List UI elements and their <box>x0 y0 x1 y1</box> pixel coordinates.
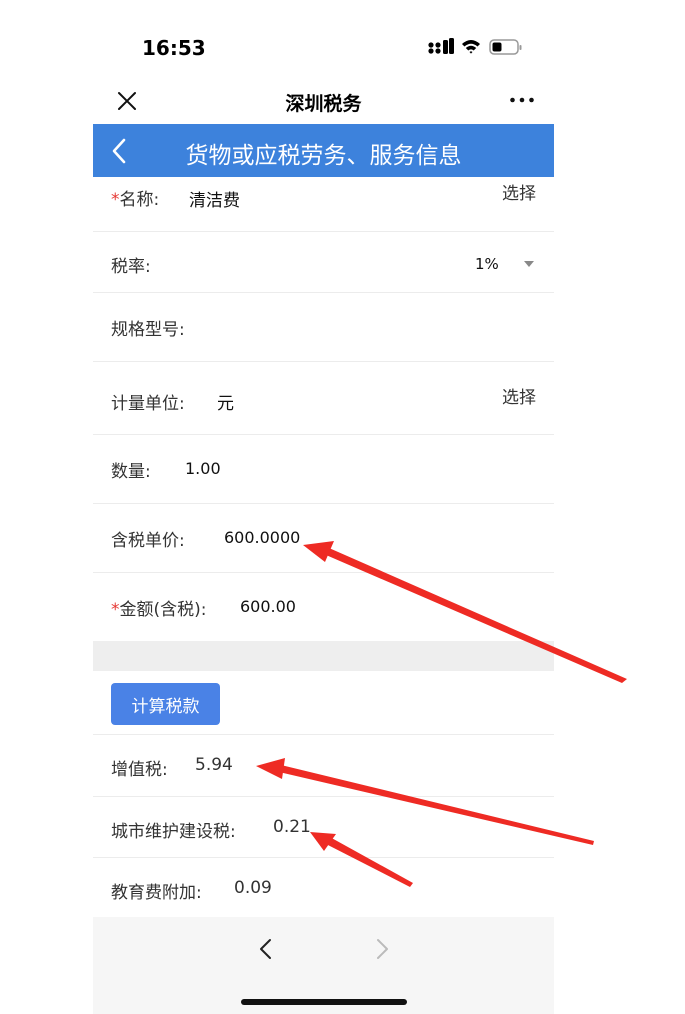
quantity-row[interactable]: 数量: 1.00 <box>93 435 554 504</box>
status-time: 16:53 <box>142 36 206 60</box>
unit-select-button[interactable]: 选择 <box>502 383 536 408</box>
chevron-left-icon[interactable] <box>258 938 272 960</box>
edu-fee-row: 教育费附加: 0.09 <box>93 858 554 917</box>
status-bar: 16:53 <box>0 0 685 80</box>
unit-value: 元 <box>217 394 234 414</box>
vat-value: 5.94 <box>195 755 233 775</box>
amount-input[interactable]: 600.00 <box>240 597 296 616</box>
edu-fee-label: 教育费附加: <box>111 883 202 903</box>
home-indicator <box>241 999 407 1005</box>
tax-rate-row[interactable]: 税率: 1% <box>93 232 554 293</box>
calculate-tax-button[interactable]: 计算税款 <box>111 683 220 725</box>
amount-label: *金额(含税): <box>111 600 207 620</box>
tax-rate-label: 税率: <box>111 257 151 277</box>
city-tax-label: 城市维护建设税: <box>111 822 236 842</box>
required-mark: * <box>111 600 120 620</box>
page-title: 货物或应税劳务、服务信息 <box>185 143 462 169</box>
required-mark: * <box>111 190 120 210</box>
edu-fee-value: 0.09 <box>234 878 272 898</box>
unit-price-input[interactable]: 600.0000 <box>224 528 300 547</box>
amount-row[interactable]: *金额(含税): 600.00 <box>93 573 554 641</box>
section-divider <box>93 641 554 671</box>
chevron-right-icon[interactable] <box>376 938 390 960</box>
unit-label: 计量单位: <box>111 394 185 414</box>
city-tax-value: 0.21 <box>273 817 311 837</box>
spec-row[interactable]: 规格型号: <box>93 293 554 362</box>
spec-label: 规格型号: <box>111 320 185 340</box>
city-tax-row: 城市维护建设税: 0.21 <box>93 797 554 858</box>
vat-row: 增值税: 5.94 <box>93 735 554 797</box>
quantity-input[interactable]: 1.00 <box>185 459 221 478</box>
name-row[interactable]: *名称: 清洁费 选择 <box>93 177 554 232</box>
status-icons <box>428 38 522 55</box>
unit-price-row[interactable]: 含税单价: 600.0000 <box>93 504 554 573</box>
nav-title: 深圳税务 <box>285 93 362 115</box>
unit-row[interactable]: 计量单位: 元 选择 <box>93 362 554 435</box>
cellular-signal-icon <box>428 38 454 54</box>
name-select-button[interactable]: 选择 <box>502 179 536 204</box>
bottom-toolbar <box>93 917 554 1014</box>
name-label: *名称: <box>111 190 160 210</box>
more-icon[interactable] <box>509 95 535 105</box>
vat-label: 增值税: <box>111 760 168 780</box>
goods-service-form: *名称: 清洁费 选择 税率: 1% 规格型号: 计量单位: 元 选择 数量: … <box>93 177 554 917</box>
unit-price-label: 含税单价: <box>111 531 185 551</box>
wifi-icon <box>462 40 480 54</box>
dropdown-arrow-icon[interactable] <box>523 260 535 268</box>
quantity-label: 数量: <box>111 462 151 482</box>
nav-bar: 深圳税务 <box>93 80 554 124</box>
name-value: 清洁费 <box>189 191 240 211</box>
tax-rate-value[interactable]: 1% <box>475 255 499 273</box>
page-header: 货物或应税劳务、服务信息 <box>93 124 554 177</box>
battery-icon <box>489 39 522 55</box>
